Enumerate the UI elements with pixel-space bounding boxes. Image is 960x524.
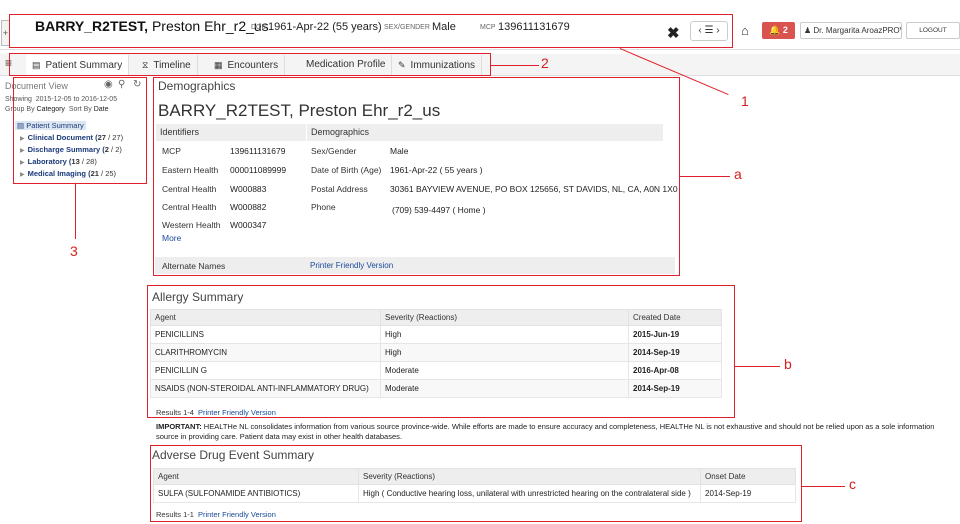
annotation-label-b: b [784,356,792,372]
annotation-leader-3 [75,184,76,239]
annotation-box-3 [13,77,147,184]
home-icon[interactable]: ⌂ [741,23,749,38]
alert-count: 2 [782,25,788,35]
annotation-label-1: 1 [741,93,749,109]
bell-icon: 🔔 [769,25,781,35]
annotation-label-2: 2 [541,55,549,71]
annotation-box-2 [9,53,491,76]
annotation-box-1 [9,14,733,48]
important-notice: IMPORTANT: HEALTHe NL consolidates infor… [156,422,935,441]
annotation-leader-a [680,176,730,177]
annotation-box-a [153,77,680,276]
annotation-label-c: c [849,476,856,492]
user-icon: ♟ [804,26,812,35]
annotation-leader-b [735,366,780,367]
annotation-label-3: 3 [70,243,78,259]
annotation-leader-c [802,486,845,487]
alert-badge[interactable]: 🔔 2 [762,22,795,39]
annotation-box-b [147,285,735,418]
annotation-label-a: a [734,166,742,182]
annotation-leader-2 [491,65,539,66]
user-menu[interactable]: ♟ Dr. Margarita AroazPROV ▾ [800,22,902,39]
user-name: Dr. Margarita AroazPROV [813,26,902,35]
annotation-box-c [150,445,802,522]
logout-button[interactable]: LOGOUT [906,22,960,39]
